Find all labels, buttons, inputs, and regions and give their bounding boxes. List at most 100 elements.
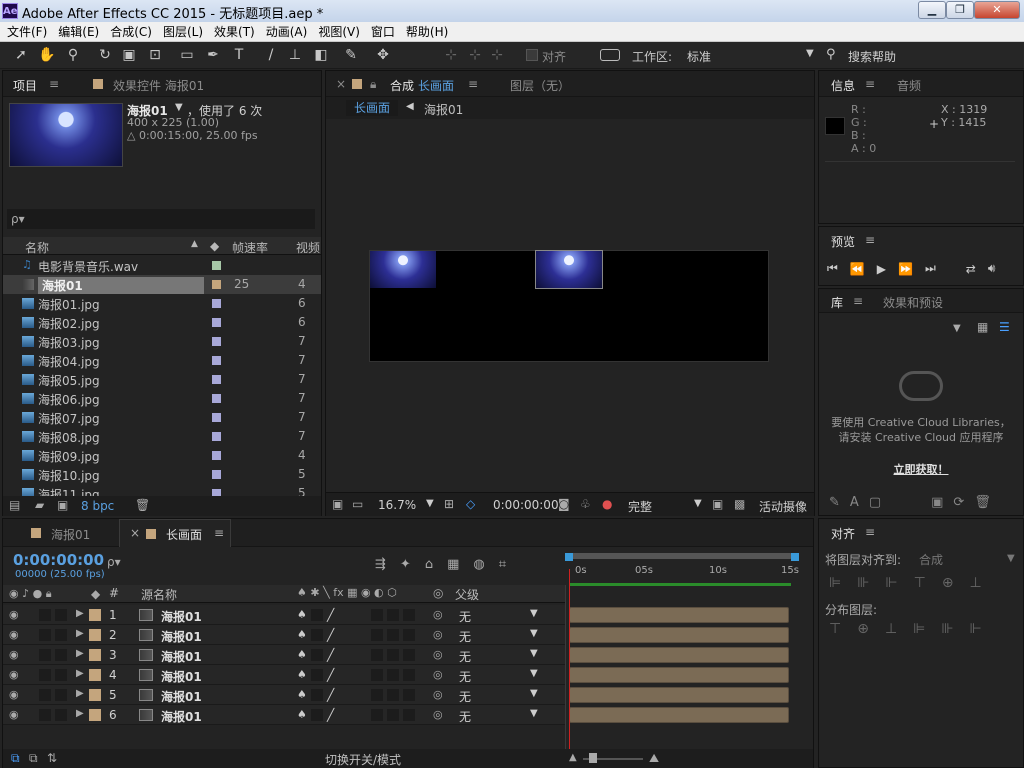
layer-duration-bar[interactable] (569, 647, 789, 663)
label-swatch[interactable] (212, 413, 221, 422)
label-col-icon[interactable]: ◆ (210, 239, 219, 253)
expand-stretch-icon[interactable]: ⇅ (47, 751, 57, 765)
visibility-eye-icon[interactable]: ◉ (9, 628, 19, 641)
layer-duration-bar[interactable] (569, 667, 789, 683)
current-time[interactable]: 0:00:00:00 (493, 498, 559, 512)
layer-source-name[interactable]: 海报01 (161, 688, 202, 705)
layer-source-name[interactable]: 海报01 (161, 628, 202, 645)
tab-effects-presets[interactable]: 效果和预设 (883, 294, 943, 311)
zoom-in-icon[interactable]: ⛰ (649, 751, 659, 766)
layer-duration-bar[interactable] (569, 707, 789, 723)
panel-menu-icon[interactable]: ≡ (865, 77, 875, 91)
label-swatch[interactable] (212, 394, 221, 403)
text-icon[interactable]: A (850, 495, 859, 510)
chevron-down-icon[interactable]: ▼ (530, 708, 538, 719)
project-item-row[interactable]: 海报04.jpg 7 (3, 351, 321, 370)
chevron-down-icon[interactable]: ▼ (530, 668, 538, 679)
chevron-down-icon[interactable]: ▼ (530, 628, 538, 639)
project-item-row[interactable]: 海报01 25 4 (3, 275, 321, 294)
tab-timeline-active[interactable]: × 长画面 ≡ (119, 519, 231, 547)
parent-dropdown[interactable]: 无 (459, 608, 471, 625)
trash-icon[interactable]: 🗑 (974, 495, 991, 510)
pickwhip-icon[interactable]: ◎ (433, 608, 443, 621)
distribute-right-icon[interactable]: ⊩ (970, 621, 982, 637)
monitor-icon[interactable]: ▭ (352, 497, 363, 511)
solo-toggle[interactable] (39, 669, 51, 681)
rotate-tool-icon[interactable]: ↻ (96, 46, 114, 64)
expand-triangle-icon[interactable]: ▶ (76, 608, 84, 619)
pickwhip-icon[interactable]: ◎ (433, 668, 443, 681)
motion-blur-switch[interactable] (387, 709, 399, 721)
timeline-layer-row[interactable]: ◉ ▶ 6 海报01 ♠ ╱ ◎ 无 ▼ (3, 705, 565, 725)
3d-switch[interactable] (403, 709, 415, 721)
trash-icon[interactable]: 🗑 (135, 498, 150, 512)
layer-duration-bar[interactable] (569, 687, 789, 703)
expand-triangle-icon[interactable]: ▶ (76, 668, 84, 679)
menu-layer[interactable]: 图层(L) (163, 23, 203, 40)
3d-switch[interactable] (403, 669, 415, 681)
align-top-icon[interactable]: ⊤ (914, 575, 926, 591)
expand-triangle-icon[interactable]: ▶ (76, 648, 84, 659)
new-folder-icon[interactable]: ▰ (35, 498, 44, 512)
toggle-switches-modes[interactable]: 切换开关/模式 (325, 751, 401, 768)
label-col-icon[interactable]: ◆ (91, 587, 100, 601)
close-tab-icon[interactable]: × (336, 77, 346, 91)
project-item-row[interactable]: 海报08.jpg 7 (3, 427, 321, 446)
collapse-switch[interactable] (311, 629, 323, 641)
project-item-row[interactable]: 海报09.jpg 4 (3, 446, 321, 465)
composition-viewer[interactable] (369, 250, 769, 362)
fx-switch[interactable] (371, 669, 383, 681)
first-frame-icon[interactable]: ⏮ (827, 261, 838, 276)
fx-switch[interactable] (371, 649, 383, 661)
zoom-slider-handle[interactable] (589, 753, 597, 763)
shy-switch-icon[interactable]: ♠ (297, 708, 307, 721)
eyedropper-icon[interactable]: ✎ (829, 495, 840, 510)
menu-composition[interactable]: 合成(C) (110, 23, 152, 40)
frame-blend-icon[interactable]: ▦ (447, 557, 459, 572)
parent-dropdown[interactable]: 无 (459, 668, 471, 685)
label-swatch[interactable] (89, 689, 101, 701)
lock-toggle[interactable] (55, 669, 67, 681)
layer-source-name[interactable]: 海报01 (161, 668, 202, 685)
align-right-icon[interactable]: ⊩ (885, 575, 897, 591)
lock-toggle[interactable] (55, 689, 67, 701)
next-frame-icon[interactable]: ⏩ (898, 262, 913, 276)
collapse-switch[interactable] (311, 689, 323, 701)
chevron-down-icon[interactable]: ▼ (530, 608, 538, 619)
chevron-down-icon[interactable]: ▼ (953, 323, 961, 334)
lock-toggle[interactable] (55, 609, 67, 621)
work-area-start[interactable] (565, 553, 573, 561)
label-swatch[interactable] (89, 709, 101, 721)
col-parent[interactable]: 父级 (455, 586, 479, 603)
project-item-row[interactable]: 海报07.jpg 7 (3, 408, 321, 427)
lock-toggle[interactable] (55, 649, 67, 661)
chevron-down-icon[interactable]: ▼ (1007, 553, 1015, 564)
tab-timeline-poster[interactable]: 海报01 (51, 526, 90, 543)
lock-toggle[interactable] (55, 709, 67, 721)
parent-dropdown[interactable]: 无 (459, 708, 471, 725)
panel-menu-icon[interactable]: ≡ (853, 294, 863, 308)
label-swatch[interactable] (89, 629, 101, 641)
lock-toggle[interactable] (55, 629, 67, 641)
align-to-dropdown[interactable]: 合成 (919, 551, 943, 568)
menu-file[interactable]: 文件(F) (7, 23, 47, 40)
menu-effect[interactable]: 效果(T) (214, 23, 255, 40)
tab-layer[interactable]: 图层（无） (510, 77, 570, 94)
visibility-eye-icon[interactable]: ◉ (9, 608, 19, 621)
transparency-grid-icon[interactable]: ▩ (734, 497, 745, 511)
draft-3d-icon[interactable]: ✦ (400, 557, 411, 572)
interpret-footage-icon[interactable]: ▤ (9, 498, 20, 512)
local-axis-icon[interactable]: ⊹ (442, 46, 460, 64)
label-swatch[interactable] (212, 432, 221, 441)
roto-brush-tool-icon[interactable]: ✎ (342, 46, 360, 64)
resolution-dropdown[interactable]: 完整 (628, 498, 652, 515)
panel-menu-icon[interactable]: ≡ (49, 77, 59, 91)
timeline-layer-row[interactable]: ◉ ▶ 5 海报01 ♠ ╱ ◎ 无 ▼ (3, 685, 565, 705)
menu-window[interactable]: 窗口 (371, 23, 395, 40)
motion-blur-switch[interactable] (387, 669, 399, 681)
visibility-eye-icon[interactable]: ◉ (9, 668, 19, 681)
workspace-dropdown[interactable]: 标准 (687, 48, 711, 65)
parent-dropdown[interactable]: 无 (459, 648, 471, 665)
channel-icon[interactable]: ● (602, 497, 612, 511)
always-preview-icon[interactable]: ▣ (332, 497, 343, 511)
